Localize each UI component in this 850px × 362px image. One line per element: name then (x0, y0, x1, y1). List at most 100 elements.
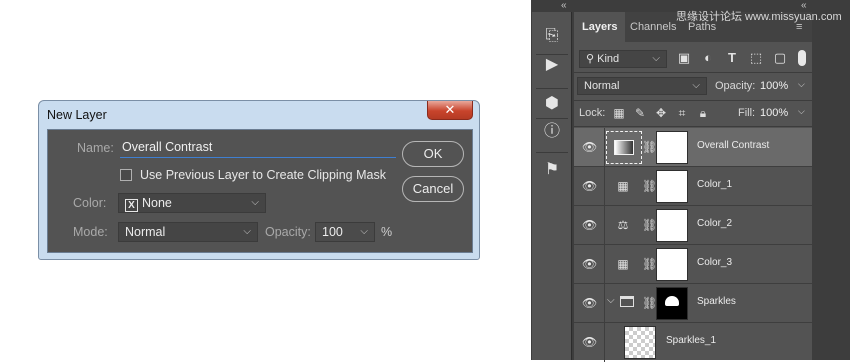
lock-position-icon[interactable]: ✥ (654, 106, 668, 120)
chevron-down-icon: ⌵ (243, 226, 251, 237)
layer-name[interactable]: Overall Contrast (697, 140, 769, 151)
layer-mask-thumbnail[interactable] (656, 248, 688, 281)
link-icon[interactable]: ⛓︎ (642, 178, 657, 194)
levels-icon (614, 140, 634, 155)
divider (536, 118, 568, 119)
divider (604, 323, 605, 362)
history-icon[interactable]: ⎘ (542, 26, 562, 46)
tab-layers[interactable]: Layers (574, 12, 626, 42)
play-actions-icon[interactable]: ▶ (542, 55, 562, 75)
visibility-eye-icon[interactable]: 👁︎ (582, 218, 597, 232)
adjustment-thumbnail[interactable] (606, 131, 642, 164)
link-icon[interactable]: ⛓︎ (642, 139, 657, 155)
chevron-down-icon: ⌵ (360, 226, 368, 237)
close-button[interactable]: ✕ (427, 101, 473, 120)
clone-source-icon[interactable]: ⚑ (542, 160, 562, 180)
fill-label: Fill: (738, 107, 756, 119)
lock-image-pixels-icon[interactable]: ✎ (633, 106, 647, 120)
ok-button[interactable]: OK (402, 141, 464, 167)
tree-icon (665, 296, 679, 306)
dialog-body: Name: Overall Contrast OK Cancel Use Pre… (47, 129, 473, 253)
layer-name-input[interactable]: Overall Contrast (120, 140, 396, 158)
layer-mask-thumbnail[interactable] (656, 131, 688, 164)
filter-kind-value: Kind (597, 53, 620, 65)
adjustment-filter-icon[interactable]: ◐ (700, 50, 716, 66)
lock-all-icon[interactable]: 🔒︎ (696, 106, 710, 120)
info-icon[interactable]: ⓘ (542, 122, 562, 142)
color-balance-icon[interactable]: ⚖︎ (614, 217, 632, 233)
visibility-eye-icon[interactable]: 👁︎ (582, 335, 597, 349)
clipping-mask-label: Use Previous Layer to Create Clipping Ma… (140, 168, 386, 182)
chevron-down-icon[interactable]: ⌵ (798, 79, 805, 90)
visibility-eye-icon[interactable]: 👁︎ (582, 140, 597, 154)
shape-filter-icon[interactable]: ⬚ (748, 50, 764, 66)
chevron-down-icon: ⌵ (692, 80, 700, 91)
layer-mask-thumbnail[interactable] (656, 170, 688, 203)
mode-select[interactable]: Normal ⌵ (118, 222, 258, 242)
watermark-text: 思缘设计论坛 www.missyuan.com (676, 11, 842, 23)
visibility-eye-icon[interactable]: 👁︎ (582, 179, 597, 193)
filter-toggle[interactable] (798, 50, 806, 66)
type-filter-icon[interactable]: T (724, 50, 740, 66)
layer-row[interactable]: 👁︎ ▦ ⛓︎ Color_3 (574, 245, 812, 284)
layer-row[interactable]: 👁︎ ⚖︎ ⛓︎ Color_2 (574, 206, 812, 245)
layer-mask-thumbnail[interactable] (656, 209, 688, 242)
color-select[interactable]: X None ⌵ (118, 193, 266, 213)
link-icon[interactable]: ⛓︎ (642, 256, 657, 272)
layer-row[interactable]: 👁︎ ⌵ ⛓︎ Sparkles (574, 284, 812, 323)
blend-mode-value: Normal (584, 80, 620, 92)
clipping-mask-checkbox[interactable] (120, 169, 132, 181)
artboard-lock-icon[interactable]: ⌗ (675, 106, 689, 120)
chevron-down-icon: ⌵ (652, 53, 660, 64)
color-label: Color: (73, 196, 107, 210)
link-icon[interactable]: ⛓︎ (642, 295, 657, 311)
layer-thumbnail[interactable] (624, 326, 656, 359)
opacity-unit: % (381, 225, 393, 239)
divider (574, 100, 812, 101)
dialog-title: New Layer (47, 108, 107, 122)
layer-name[interactable]: Color_3 (697, 257, 732, 268)
opacity-label: Opacity: (715, 80, 756, 92)
cancel-button[interactable]: Cancel (402, 176, 464, 202)
fill-value[interactable]: 100% (760, 107, 788, 119)
folder-icon (620, 296, 634, 307)
opacity-label: Opacity: (265, 225, 311, 239)
lock-label: Lock: (579, 107, 606, 119)
smart-object-filter-icon[interactable]: ▢ (772, 50, 788, 66)
chevron-down-icon[interactable]: ⌵ (607, 295, 615, 306)
divider (536, 152, 568, 153)
search-icon: ⚲ (586, 53, 595, 65)
opacity-value[interactable]: 100% (760, 80, 788, 92)
chevron-down-icon: ⌵ (251, 197, 259, 208)
divider (536, 88, 568, 89)
layer-mask-thumbnail[interactable] (656, 287, 688, 320)
divider (604, 128, 605, 167)
divider (604, 245, 605, 284)
layer-name[interactable]: Sparkles_1 (666, 335, 716, 346)
collapse-icon[interactable]: « (561, 0, 567, 11)
curves-icon[interactable]: ▦ (614, 256, 632, 272)
layer-row[interactable]: 👁︎ ⛓︎ Overall Contrast (574, 128, 812, 167)
mode-label: Mode: (73, 225, 108, 239)
chevron-down-icon[interactable]: ⌵ (798, 106, 805, 117)
link-icon[interactable]: ⛓︎ (642, 217, 657, 233)
opacity-value: 100 (322, 225, 343, 239)
layer-name[interactable]: Color_2 (697, 218, 732, 229)
filter-kind-select[interactable]: ⚲ Kind ⌵ (579, 50, 667, 68)
opacity-input[interactable]: 100 ⌵ (315, 222, 375, 242)
mode-value: Normal (125, 225, 166, 239)
color-value: None (142, 196, 172, 210)
layer-row[interactable]: 👁︎ ▦ ⛓︎ Color_1 (574, 167, 812, 206)
layer-name[interactable]: Sparkles (697, 296, 736, 307)
blend-mode-select[interactable]: Normal ⌵ (577, 77, 707, 95)
pixel-filter-icon[interactable]: ▣ (676, 50, 692, 66)
layers-panel: Layers Channels Paths ≡ ⚲ Kind ⌵ ▣ ◐ T ⬚… (574, 12, 812, 362)
layer-name[interactable]: Color_1 (697, 179, 732, 190)
divider (604, 284, 605, 323)
visibility-eye-icon[interactable]: 👁︎ (582, 296, 597, 310)
lock-transparent-pixels-icon[interactable]: ▦ (612, 106, 626, 120)
visibility-eye-icon[interactable]: 👁︎ (582, 257, 597, 271)
curves-icon[interactable]: ▦ (614, 178, 632, 194)
3d-cube-icon[interactable]: ⬢ (542, 94, 562, 114)
layer-row[interactable]: 👁︎ Sparkles_1 (574, 323, 812, 362)
